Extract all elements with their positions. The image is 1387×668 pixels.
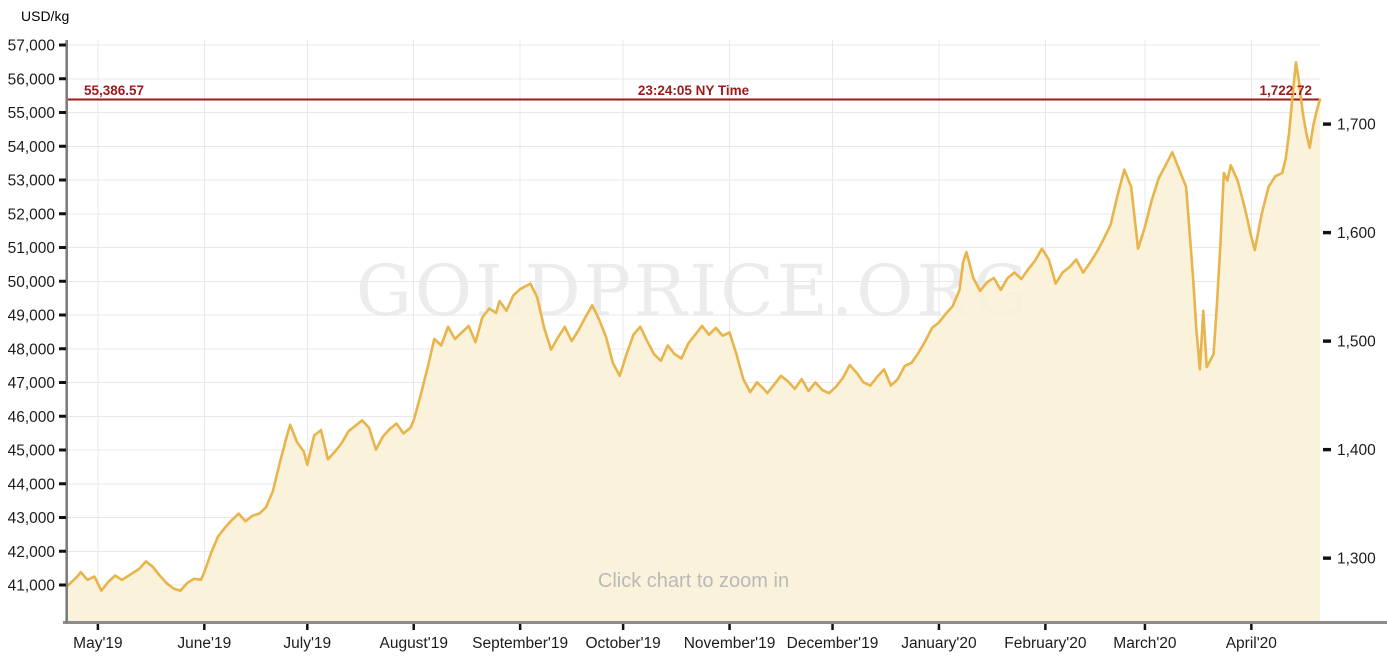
price-history-chart[interactable]: 57,000 56,000 55,000 54,000 53,000 52,000 51,0… [0, 0, 1387, 668]
month-tick [831, 624, 834, 630]
left-tick-label: 55,000 [8, 105, 56, 122]
left-tick-label: 43,000 [8, 510, 56, 527]
left-tick-label: 54,000 [8, 139, 56, 156]
left-tick [59, 516, 66, 519]
left-tick [59, 145, 66, 148]
month-tick [938, 624, 941, 630]
left-tick-label: 41,000 [8, 578, 56, 595]
month-tick-label: March'20 [1113, 635, 1177, 652]
left-tick-label: 46,000 [8, 409, 56, 426]
month-tick [1250, 624, 1253, 630]
left-tick-label: 42,000 [8, 544, 56, 561]
month-tick [97, 624, 100, 630]
left-tick-label: 45,000 [8, 443, 56, 460]
left-tick [59, 482, 66, 485]
month-tick-label: February'20 [1004, 635, 1087, 652]
left-tick [59, 280, 66, 283]
month-tick-label: June'19 [177, 635, 231, 652]
left-tick [59, 550, 66, 553]
left-tick [59, 111, 66, 114]
month-tick [306, 624, 309, 630]
left-tick-label: 52,000 [8, 206, 56, 223]
month-tick [1044, 624, 1047, 630]
left-tick [59, 314, 66, 317]
left-tick-label: 48,000 [8, 341, 56, 358]
left-tick [59, 179, 66, 182]
zoom-hint-text: Click chart to zoom in [67, 570, 1320, 593]
month-tick [412, 624, 415, 630]
ny-time-label: 23:24:05 NY Time [67, 83, 1320, 98]
month-tick [519, 624, 522, 630]
month-tick-label: April'20 [1226, 635, 1278, 652]
right-tick-label: 1,600 [1337, 225, 1376, 242]
left-tick [59, 44, 66, 47]
left-tick [59, 415, 66, 418]
right-tick-label: 1,500 [1337, 334, 1376, 351]
left-tick-label: 57,000 [8, 38, 56, 55]
left-tick [59, 381, 66, 384]
month-tick-label: July'19 [283, 635, 331, 652]
right-tick [1323, 448, 1331, 451]
left-tick-label: 53,000 [8, 173, 56, 190]
right-tick [1323, 339, 1331, 342]
right-tick-label: 1,700 [1337, 117, 1376, 134]
month-tick-label: December'19 [787, 635, 879, 652]
month-tick-label: May'19 [73, 635, 122, 652]
left-tick-label: 56,000 [8, 71, 56, 88]
month-tick-label: September'19 [472, 635, 568, 652]
left-tick [59, 246, 66, 249]
right-tick-label: 1,400 [1337, 442, 1376, 459]
month-tick [622, 624, 625, 630]
month-tick [203, 624, 206, 630]
left-tick-label: 51,000 [8, 240, 56, 257]
left-tick [59, 449, 66, 452]
left-tick [59, 584, 66, 587]
right-tick-label: 1,300 [1337, 551, 1376, 568]
right-tick [1323, 556, 1331, 559]
gold-price-chart-page: USD/kg GOLDPRICE.ORG 57,00056,00055,0005… [0, 0, 1387, 668]
month-tick [1144, 624, 1147, 630]
right-tick [1323, 231, 1331, 234]
month-tick-label: August'19 [379, 635, 447, 652]
left-tick [59, 212, 66, 215]
x-axis-line [63, 621, 1387, 624]
current-price-oz-label: 1,722.72 [1259, 83, 1312, 98]
left-tick [59, 347, 66, 350]
left-tick-label: 50,000 [8, 274, 56, 291]
right-tick [1323, 122, 1331, 125]
y-axis-line [65, 40, 68, 623]
left-tick-label: 47,000 [8, 375, 56, 392]
month-tick-label: January'20 [901, 635, 977, 652]
month-tick-label: November'19 [684, 635, 776, 652]
left-tick [59, 77, 66, 80]
month-tick [728, 624, 731, 630]
left-tick-label: 49,000 [8, 308, 56, 325]
left-tick-label: 44,000 [8, 476, 56, 493]
month-tick-label: October'19 [585, 635, 660, 652]
